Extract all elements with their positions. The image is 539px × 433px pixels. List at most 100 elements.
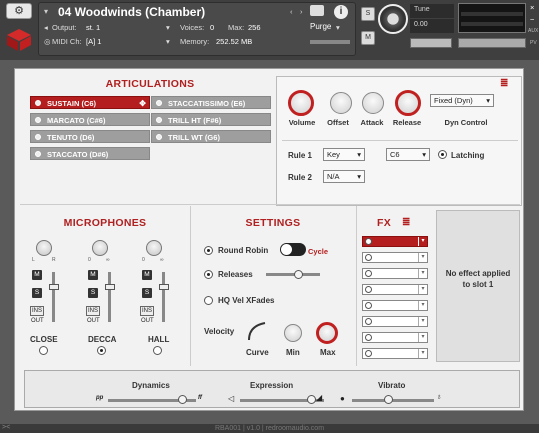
offset-knob[interactable] [330, 92, 352, 114]
footer-text: RBA001 | v1.0 | redroomaudio.com [0, 424, 539, 433]
hq-vel-xfades-radio[interactable] [204, 296, 213, 305]
curve-label: Curve [246, 348, 269, 357]
decca-mic-knob[interactable] [92, 240, 108, 256]
close-mic-mute[interactable]: M [32, 270, 42, 280]
decca-mic-ins[interactable]: INS [86, 306, 100, 316]
articulation-trill-ht[interactable]: TRILL HT (F#6) [151, 113, 271, 126]
hall-mic-mute[interactable]: M [142, 270, 152, 280]
rule2-type-dropdown[interactable]: N/A ▾ [323, 170, 365, 183]
close-mic-solo[interactable]: S [32, 288, 42, 298]
round-robin-radio[interactable] [204, 246, 213, 255]
decca-mic-out[interactable]: OUT [87, 318, 100, 324]
dyn-control-dropdown[interactable]: Fixed (Dyn) ▾ [430, 94, 494, 107]
expression-slider[interactable] [306, 395, 316, 404]
hall-mic-radio[interactable] [153, 346, 162, 355]
tune-knob[interactable] [378, 4, 408, 34]
hall-mic-knob[interactable] [146, 240, 162, 256]
output-value[interactable]: st. 1 [86, 23, 100, 32]
next-instrument-icon[interactable]: › [300, 7, 303, 16]
fx-slot-5[interactable]: ▾ [362, 300, 428, 311]
vibrato-min-icon: ● [340, 394, 345, 403]
crescendo-end-icon: ◢ [316, 393, 323, 402]
fx-title: FX [376, 217, 392, 229]
rule1-key-dropdown[interactable]: C6 ▾ [386, 148, 430, 161]
rule1-label: Rule 1 [288, 151, 313, 160]
velocity-curve-icon[interactable] [246, 320, 268, 342]
info-icon[interactable]: i [334, 5, 348, 19]
collapse-arrow-icon[interactable]: ▾ [44, 7, 48, 16]
purge-dropdown-icon[interactable]: ▾ [336, 23, 340, 32]
decca-mic-fader[interactable] [105, 284, 115, 290]
pv-label[interactable]: PV [530, 40, 537, 46]
close-mic-radio[interactable] [39, 346, 48, 355]
mute-button[interactable]: M [361, 31, 375, 45]
decca-mic-solo[interactable]: S [88, 288, 98, 298]
articulation-trill-wt[interactable]: TRILL WT (G6) [151, 130, 271, 143]
decca-mic-mute[interactable]: M [88, 270, 98, 280]
prev-instrument-icon[interactable]: ‹ [290, 7, 293, 16]
min-label: Min [286, 348, 300, 357]
move-icon: ✥ [139, 99, 146, 108]
tune-value[interactable]: 0.00 [410, 19, 454, 33]
max-voices-value[interactable]: 256 [248, 23, 261, 32]
aux-label[interactable]: AUX [528, 28, 538, 34]
pan-slider[interactable] [410, 38, 452, 48]
midi-channel-value[interactable]: [A] 1 [86, 37, 101, 46]
close-mic-out[interactable]: OUT [31, 318, 44, 324]
midi-dropdown-icon[interactable]: ▾ [166, 37, 170, 46]
hall-mic-ins[interactable]: INS [140, 306, 154, 316]
fx-slot-4[interactable]: ▾ [362, 284, 428, 295]
velocity-label: Velocity [204, 327, 235, 336]
latching-radio[interactable] [438, 150, 447, 159]
articulation-staccatissimo[interactable]: STACCATISSIMO (E6) [151, 96, 271, 109]
volume-knob[interactable] [288, 90, 314, 116]
decca-mic-label: DECCA [88, 335, 117, 344]
close-mic-ins[interactable]: INS [30, 306, 44, 316]
microphones-title: MICROPHONES [63, 217, 147, 229]
hall-mic-out[interactable]: OUT [141, 318, 154, 324]
fx-slot-2[interactable]: ▾ [362, 252, 428, 263]
hall-mic-fader[interactable] [159, 284, 169, 290]
fx-slot-8[interactable]: ▾ [362, 348, 428, 359]
wrench-icon[interactable]: ⚙ [6, 3, 32, 19]
memory-meter [310, 40, 350, 44]
memory-value: 252.52 MB [216, 37, 253, 46]
velocity-max-knob[interactable] [316, 322, 338, 344]
rule1-type-dropdown[interactable]: Key ▾ [323, 148, 365, 161]
output-dropdown-icon[interactable]: ▾ [166, 23, 170, 32]
camera-icon[interactable] [310, 5, 324, 16]
velocity-min-knob[interactable] [284, 324, 302, 342]
fx-slot-3[interactable]: ▾ [362, 268, 428, 279]
output-label: Output: [52, 23, 77, 32]
articulations-title: ARTICULATIONS [105, 78, 195, 90]
hall-mic-solo[interactable]: S [142, 288, 152, 298]
close-mic-pan-knob[interactable] [36, 240, 52, 256]
resize-arrows-icon[interactable]: >< [2, 424, 10, 431]
releases-slider[interactable] [294, 270, 303, 279]
decca-mic-min-label: 0 [88, 257, 91, 263]
instrument-title[interactable]: 04 Woodwinds (Chamber) [58, 5, 205, 19]
fx-slot-6[interactable]: ▾ [362, 316, 428, 327]
close-icon[interactable]: × [530, 3, 534, 12]
volume-slider[interactable] [458, 38, 526, 48]
articulation-sustain[interactable]: SUSTAIN (C6) ✥ [30, 96, 150, 109]
minimize-icon[interactable]: − [530, 15, 534, 24]
articulation-marcato[interactable]: MARCATO (C#6) [30, 113, 150, 126]
cycle-toggle[interactable] [280, 243, 306, 256]
articulation-tenuto[interactable]: TENUTO (D6) [30, 130, 150, 143]
articulation-staccato[interactable]: STACCATO (D#6) [30, 147, 150, 160]
decca-mic-radio[interactable] [97, 346, 106, 355]
menu-icon[interactable]: ≣ [500, 78, 508, 89]
close-mic-fader[interactable] [49, 284, 59, 290]
midi-channel-label: MIDI Ch: [52, 37, 82, 46]
solo-button[interactable]: S [361, 7, 375, 21]
fx-slot-7[interactable]: ▾ [362, 332, 428, 343]
fx-slot-1[interactable]: ▾ [362, 236, 428, 247]
attack-knob[interactable] [362, 92, 384, 114]
purge-button[interactable]: Purge [310, 22, 331, 31]
fx-empty-message: No effect applied to slot 1 [445, 269, 511, 289]
fx-menu-icon[interactable]: ≣ [402, 217, 410, 228]
decca-mic-fader-track [108, 272, 111, 322]
releases-radio[interactable] [204, 270, 213, 279]
release-knob[interactable] [395, 90, 421, 116]
